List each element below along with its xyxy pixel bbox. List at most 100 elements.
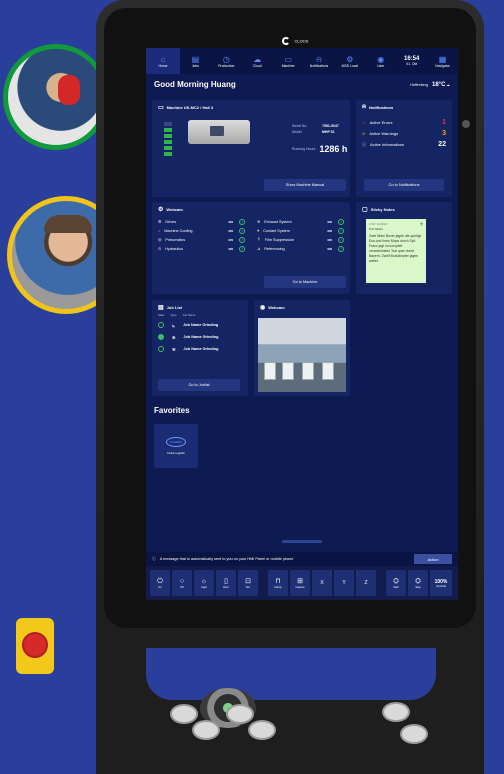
notif-errors[interactable]: ⚠ Active Errors 1	[356, 117, 452, 128]
model-value: MHP 51	[322, 130, 335, 134]
off-button[interactable]: ○ Off	[172, 570, 192, 596]
favorite-tile[interactable]: CLASSIC Fluid Logistic	[154, 424, 198, 468]
status-title: ⚙ Webcam	[152, 202, 350, 213]
running-hours: Running Hours 1286 h	[292, 144, 347, 154]
level-indicator	[164, 122, 172, 158]
hardware-button-1[interactable]	[170, 704, 198, 724]
hardware-button-4[interactable]	[248, 720, 276, 740]
gear-icon: ⚙	[172, 335, 176, 340]
select-button[interactable]: ⊡ Sel.	[238, 570, 258, 596]
note-date: 17.07. 10:43:21	[369, 223, 388, 226]
notif-info[interactable]: ⓘ Active Informations 22	[356, 139, 452, 150]
nav-user[interactable]: ◉ User	[365, 55, 396, 68]
sticky-title: ▢ Sticky Notes	[356, 202, 452, 213]
status-name: Drives	[165, 219, 177, 224]
info-icon: ⓘ	[362, 141, 366, 147]
job-row[interactable]: ⊾ Job Name Grinding	[152, 319, 248, 331]
hair-shape	[44, 215, 92, 233]
light-button[interactable]: ☼ Light	[194, 570, 214, 596]
webcam-card: ◉ Webcam	[254, 300, 350, 396]
button-label: Stop	[415, 585, 421, 589]
door-button[interactable]: ▯ Door	[216, 570, 236, 596]
check-icon: ✓	[239, 227, 245, 234]
check-icon: ✓	[239, 245, 245, 252]
nav-jobs[interactable]: ▤ Jobs	[180, 55, 211, 68]
hardware-button-3[interactable]	[192, 720, 220, 740]
brand-logo: CLOOS	[282, 32, 326, 45]
nav-cloud[interactable]: ☁ Cloud	[242, 55, 273, 68]
nav-navigator[interactable]: ▦ Navigator	[427, 55, 458, 68]
hmi-screen: ⌂ Home ▤ Jobs ◷ Production ☁ Cloud ▭ Machine …	[146, 48, 458, 600]
settings-icon: ⚙	[346, 54, 354, 64]
nav-machine[interactable]: ▭ Machine	[273, 55, 304, 68]
status-coolant: ⌖ Coolant System on ✓	[257, 226, 344, 235]
nav-label: Cloud	[252, 63, 262, 68]
clock-date: 01. Okt	[406, 62, 418, 66]
nav-mss-local[interactable]: ⚙ MSS Local	[334, 55, 365, 68]
override-control[interactable]: 100% Override	[430, 570, 452, 596]
wrench-icon: ⚒	[172, 347, 176, 352]
camera-icon: ◉	[260, 305, 266, 311]
job-status-icon	[158, 322, 164, 328]
status-exhaust: ≋ Exhaust System on ✓	[257, 217, 344, 226]
show-manual-button[interactable]: Show Machine Manual	[264, 179, 346, 191]
bell-icon: ⍾	[316, 54, 322, 64]
machine-title: ▭ Machine US-MC2 / Hall 3	[152, 100, 350, 111]
job-list-card: ▤ Job List State Type Job Name ⊾ Job Name Gr…	[152, 300, 248, 396]
axis-x-button[interactable]: X	[312, 570, 332, 596]
machine-specs: Serial No. 7951-0047 Model MHP 51	[292, 123, 339, 135]
jobs-icon: ▤	[191, 54, 200, 64]
model-label: Model	[292, 130, 302, 134]
message-text: A message that is automatically sent to …	[159, 557, 294, 561]
nav-label: Machine	[281, 63, 295, 68]
weather-location: Hoffenberg	[410, 82, 428, 87]
on-button[interactable]: ⏻ On	[150, 570, 170, 596]
button-label: Sel.	[245, 585, 251, 589]
sticky-note[interactable]: 17.07. 10:43:21 Fritz Müller 🗑 Zwei flinke…	[366, 219, 426, 283]
nav-label: MSS Local	[341, 63, 359, 68]
emergency-stop-button[interactable]	[22, 632, 48, 658]
hours-label: Running Hours	[292, 147, 316, 151]
webcam-image[interactable]	[258, 318, 346, 392]
notif-warnings[interactable]: ⊘ Active Warnings 3	[356, 128, 452, 139]
user-icon: ◉	[377, 54, 385, 64]
greeting-row: Good Morning Huang Hoffenberg 18°C ☁	[146, 74, 458, 93]
go-to-joblist-button[interactable]: Go to Joblist	[158, 379, 240, 391]
trash-icon[interactable]: 🗑	[420, 222, 423, 232]
handle-area	[96, 628, 484, 774]
start-button[interactable]: ⛭ Start	[386, 570, 406, 596]
axis-y-button[interactable]: Y	[334, 570, 354, 596]
jobs-icon: ▤	[158, 305, 164, 311]
light-icon: ☼	[200, 577, 208, 585]
clamp-button[interactable]: ⊓ Clamp	[268, 570, 288, 596]
door-icon: ▯	[224, 577, 228, 585]
go-to-notifications-button[interactable]: Go to Notifications	[364, 179, 444, 191]
bell-icon: ⍾	[362, 104, 366, 110]
home-icon: ⌂	[160, 54, 166, 64]
hardware-button-6[interactable]	[400, 724, 428, 744]
note-icon: ▢	[362, 207, 368, 213]
job-name: Job Name Grinding	[183, 323, 219, 327]
status-pneumatics: ◎ Pneumatics on ✓	[158, 235, 245, 244]
stop-button[interactable]: ⛭ Stop	[408, 570, 428, 596]
axis-z-button[interactable]: Z	[356, 570, 376, 596]
emergency-stop[interactable]	[16, 618, 54, 674]
nav-production[interactable]: ◷ Production	[211, 55, 242, 68]
job-row[interactable]: ⚒ Job Name Grinding	[152, 343, 248, 355]
capture-button[interactable]: ⊞ Capture	[290, 570, 310, 596]
hardware-button-2[interactable]	[226, 704, 254, 724]
production-icon: ◷	[222, 54, 230, 64]
job-row[interactable]: ⚙ Job Name Grinding	[152, 331, 248, 343]
button-label: Clamp	[274, 585, 282, 589]
hardware-button-5[interactable]	[382, 702, 410, 722]
action-button[interactable]: Action	[414, 554, 452, 564]
go-to-machine-button[interactable]: Go to Machine	[264, 276, 346, 288]
sticky-notes-card: ▢ Sticky Notes 17.07. 10:43:21 Fritz Mülle…	[356, 202, 452, 294]
status-value: on	[228, 246, 233, 251]
drag-handle[interactable]	[282, 540, 322, 543]
webcam-title-text: Webcam	[268, 305, 285, 310]
nav-home[interactable]: ⌂ Home	[146, 48, 180, 74]
nav-notifications[interactable]: ⍾ Notifications	[304, 55, 335, 68]
bottom-control-bar: ⏻ On ○ Off ☼ Light ▯ Door ⊡ Sel. ⊓ Clamp ⊞ Capt…	[146, 566, 458, 600]
hours-value: 1286 h	[319, 144, 348, 154]
